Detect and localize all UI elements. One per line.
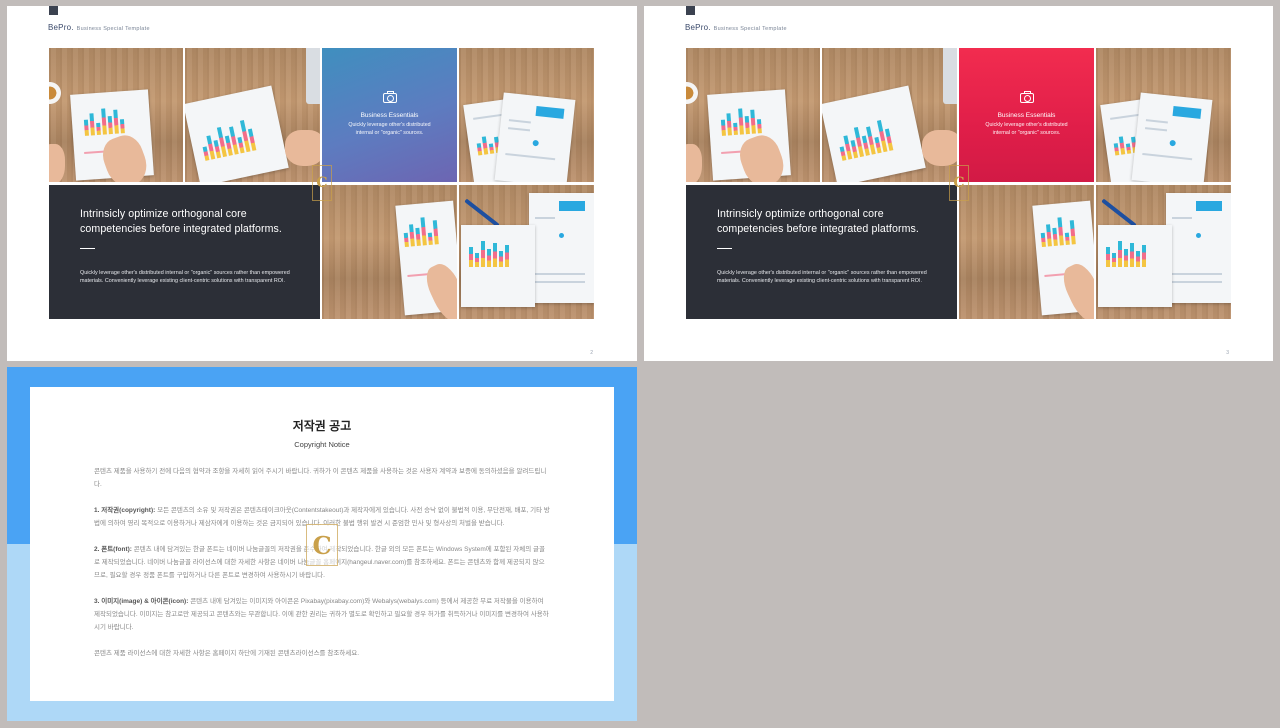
hand: [49, 144, 65, 182]
chart-paper: [185, 85, 289, 182]
copyright-slide[interactable]: 저작권 공고 Copyright Notice 콘텐츠 제품을 사용하기 전에 …: [7, 367, 637, 721]
notice-title: 저작권 공고: [292, 419, 352, 433]
body-text: Quickly leverage other's distributed int…: [80, 269, 290, 285]
divider: [80, 247, 95, 249]
watermark-logo: C: [306, 524, 338, 566]
hand: [922, 130, 957, 166]
feature-text: Quickly leverage other's distributed int…: [985, 121, 1068, 136]
text-panel: Intrinsicly optimize orthogonal core com…: [49, 185, 320, 319]
coffee-mug: [49, 82, 61, 104]
report-paper: [494, 92, 576, 182]
notice-section-image: 3. 이미지(image) & 아이콘(icon): 콘텐츠 내에 담겨있는 이…: [94, 595, 550, 634]
page-number: 3: [1226, 350, 1229, 356]
report-paper: [1131, 92, 1213, 182]
pen: [1101, 198, 1137, 228]
camera-icon: [382, 90, 397, 103]
headline: Intrinsicly optimize orthogonal core com…: [717, 208, 919, 236]
report-paper: [1166, 193, 1231, 303]
body-text: Quickly leverage other's distributed int…: [717, 269, 927, 285]
feature-title: Business Essentials: [360, 111, 419, 119]
notice-intro: 콘텐츠 제품을 사용하기 전에 다음의 협약과 조항을 자세히 읽어 주시기 바…: [94, 468, 547, 488]
notice-subtitle: Copyright Notice: [294, 440, 350, 449]
photo-chart-paper: [322, 185, 457, 319]
section-heading: 1. 저작권(copyright):: [94, 507, 156, 514]
photo-chart-paper: [49, 48, 183, 182]
camera-icon: [1019, 90, 1034, 103]
coffee-mug: [686, 82, 698, 104]
feature-tile: Business Essentials Quickly leverage oth…: [959, 48, 1094, 182]
photo-report-papers: [1096, 185, 1231, 319]
brand-name: BePro.: [48, 23, 74, 32]
notice-outro: 콘텐츠 제품 라이선스에 대한 자세한 사항은 홈페이지 하단에 기재된 콘텐츠…: [94, 650, 360, 657]
brand: BePro. Business Special Template: [685, 23, 787, 32]
brand: BePro. Business Special Template: [48, 23, 150, 32]
brand-mark: [49, 6, 58, 15]
page-number: 2: [590, 350, 593, 356]
report-paper: [529, 193, 594, 303]
brand-tagline: Business Special Template: [713, 26, 787, 32]
chart-paper: [461, 225, 535, 307]
hand: [285, 130, 320, 166]
photo-chart-paper: [822, 48, 957, 182]
photo-report-papers: [459, 185, 594, 319]
section-heading: 3. 이미지(image) & 아이콘(icon):: [94, 598, 189, 605]
chart-paper: [1098, 225, 1172, 307]
watermark-logo: C: [949, 165, 969, 201]
slide-2[interactable]: BePro. Business Special Template Business…: [7, 6, 637, 361]
brand-tagline: Business Special Template: [76, 26, 150, 32]
photo-chart-paper: [959, 185, 1094, 319]
watermark-logo: C: [312, 165, 332, 201]
brand-name: BePro.: [685, 23, 711, 32]
text-panel: Intrinsicly optimize orthogonal core com…: [686, 185, 957, 319]
photo-grid: Business Essentials Quickly leverage oth…: [686, 48, 1231, 319]
headline: Intrinsicly optimize orthogonal core com…: [80, 208, 282, 236]
photo-report-papers: [459, 48, 594, 182]
chart-paper: [822, 85, 926, 182]
photo-report-papers: [1096, 48, 1231, 182]
hand: [686, 144, 702, 182]
feature-title: Business Essentials: [997, 111, 1056, 119]
slide-3[interactable]: BePro. Business Special Template Business…: [644, 6, 1273, 361]
photo-chart-paper: [185, 48, 320, 182]
section-heading: 2. 폰트(font):: [94, 546, 132, 553]
feature-tile: Business Essentials Quickly leverage oth…: [322, 48, 457, 182]
pen: [464, 198, 500, 228]
brand-mark: [686, 6, 695, 15]
photo-chart-paper: [686, 48, 820, 182]
laptop: [943, 48, 957, 104]
divider: [717, 247, 732, 249]
feature-text: Quickly leverage other's distributed int…: [348, 121, 431, 136]
photo-grid: Business Essentials Quickly leverage oth…: [49, 48, 594, 319]
laptop: [306, 48, 320, 104]
